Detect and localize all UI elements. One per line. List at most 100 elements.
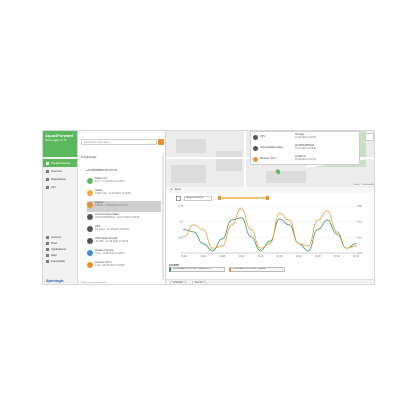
series-point-1: [259, 247, 262, 250]
nav-item-1[interactable]: Informes: [43, 167, 77, 175]
map-road: [244, 131, 246, 187]
series-point-0: [269, 240, 271, 243]
sensor-item[interactable]: Battery Life 81 % - 11-06-2024 12:28:50: [87, 177, 161, 188]
sensor-item[interactable]: Capteur 0.80 kN - 11-08-2024 12:27:30: [87, 201, 161, 212]
nav-bottom-item-4[interactable]: Français(ü): [43, 258, 78, 264]
sensor-item[interactable]: Pressure / RT-1 1 bar - 09-08-2023 11:28:…: [87, 261, 161, 272]
popup-value: ACCESSAPP0012: [295, 145, 315, 147]
nav-bottom-label: Applications: [51, 247, 67, 251]
sensor-item[interactable]: Communication Status ACCESSAPP0012 - 10-0…: [87, 213, 161, 224]
calendar-icon[interactable]: [176, 196, 181, 201]
map-block: [216, 151, 242, 171]
series-point-1: [345, 247, 348, 250]
x-tick-label: 11:20: [277, 256, 283, 258]
zoom-icon[interactable]: ⊕: [170, 188, 172, 191]
sensor-item[interactable]: GPS Cd Neigs - 11-08-2024 12:28:50: [87, 225, 161, 236]
slider-handle-end[interactable]: [266, 196, 269, 200]
series-point-1: [307, 245, 310, 247]
nav-item-label: Informes: [51, 169, 62, 173]
series-point-1: [192, 223, 195, 226]
popup-row: Communication Status ACCESSAPP0012 10-07-2…: [253, 145, 359, 155]
eye-icon: [46, 161, 49, 165]
legend-chip[interactable]: DVDF0MBK2-PLUTO-04 - Capteur: [229, 267, 285, 272]
sensor-item[interactable]: GSM Signal Strength -82 dBm - 11-08-2024 …: [87, 237, 161, 248]
nav-bottom-label: Help: [51, 253, 57, 257]
series-point-1: [221, 245, 224, 247]
popup-sensor-icon: [253, 135, 258, 140]
series-point-0: [307, 249, 310, 252]
layers-icon[interactable]: [365, 133, 374, 141]
sensor-item[interactable]: Relative Humidity 79 % - 11-08-2024 12:28…: [87, 249, 161, 260]
x-tick-label: 11:36: [353, 256, 359, 258]
x-tick-label: 11:00: [181, 256, 187, 258]
series-point-1: [211, 247, 214, 250]
popup-row: Pressure / RT-1 10.000 psi 09-08-2023 11:2…: [253, 156, 359, 166]
y-right-tick-label: 4.51: [357, 236, 362, 239]
sensor-value: -82 dBm - 11-08-2024 12:28:50: [95, 240, 129, 243]
popup-name: GPS: [260, 136, 265, 138]
series-point-1: [183, 235, 185, 238]
x-tick-label: 11:04: [200, 256, 206, 258]
nav-item-3[interactable]: API: [43, 183, 77, 191]
search-icon[interactable]: [158, 139, 164, 145]
series-point-0: [240, 216, 243, 219]
tree-scrollbar[interactable]: [162, 155, 164, 280]
line-chart[interactable]: 0 4.49 0.25 4.51 0.5 4.53 0.75 4.55 11:00 11:04 11…: [170, 203, 372, 261]
series-point-1: [249, 228, 252, 231]
slider-handle-start[interactable]: [218, 196, 221, 200]
api-icon: [46, 185, 49, 189]
tree-footer: © Reliure nel rechargement: [80, 282, 107, 284]
series-point-0: [288, 223, 291, 226]
legend-chip[interactable]: DVDF0MBK2-PLUTO-04 - Pression RT-1: [169, 267, 225, 272]
series-point-0: [211, 249, 214, 252]
series-point-1: [355, 245, 357, 247]
report-icon: [46, 169, 49, 173]
range-select[interactable]: Range de Partout: [184, 196, 212, 201]
map-view[interactable]: GPS Cd Neigs 11-08-2024 12:28:50 Communicat…: [166, 131, 374, 187]
sensor-value: Cd Neigs - 11-08-2024 12:28:50: [95, 228, 129, 231]
device-icon: [46, 177, 49, 181]
map-block: [171, 165, 206, 183]
x-tick-label: 11:28: [315, 256, 321, 258]
sensor-item[interactable]: Shelter 0.836 mAh - 11-06-2024 12:28:50: [87, 189, 161, 200]
series-point-1: [297, 242, 300, 245]
sensor-value: 0.836 mAh - 11-06-2024 12:28:50: [95, 192, 131, 195]
bottom-tab-1[interactable]: données: [192, 281, 207, 284]
tree-root[interactable]: ▾ Hydrologic: [81, 155, 96, 159]
popup-time: 11-08-2024 12:28:50: [295, 137, 317, 139]
tree-device[interactable]: ● DVDF0MBK2-PLUTO-04: [86, 169, 117, 172]
x-tick-label: 11:32: [334, 256, 340, 258]
device-tree: Rechercher filtre dans... ▾ Hydrologic ●…: [78, 131, 166, 284]
y-left-tick-label: 0.25: [178, 236, 183, 239]
series-point-0: [355, 242, 357, 245]
popup-sensor-icon: [253, 157, 258, 162]
pixel-icon: [46, 241, 49, 245]
series-point-1: [240, 207, 243, 210]
series-point-0: [278, 218, 281, 221]
popup-value: Cd Neigs: [295, 134, 305, 136]
series-point-0: [335, 233, 338, 236]
bottom-tabs: graphique données: [166, 279, 374, 284]
series-point-0: [249, 235, 252, 238]
map-popup: GPS Cd Neigs 11-08-2024 12:28:50 Communicat…: [250, 131, 360, 165]
popup-row: GPS Cd Neigs 11-08-2024 12:28:50: [253, 134, 359, 144]
series-point-0: [230, 219, 233, 221]
chart-panel: Range de Partout 0 4.49 0.25 4.51 0.5 4.53 0.7…: [166, 193, 374, 284]
tree-device-label: DVDF0MBK2-PLUTO-04: [88, 169, 118, 172]
sensor-icon: [87, 262, 93, 268]
x-tick-label: 11:24: [296, 256, 302, 258]
x-tick-label: 11:08: [219, 256, 225, 258]
nav-item-2[interactable]: Dispositivos: [43, 175, 77, 183]
nav-item-0[interactable]: Visualizzazione: [43, 159, 77, 167]
map-block: [266, 171, 306, 183]
y-left-tick-label: 0.75: [178, 205, 183, 208]
series-point-0: [326, 219, 329, 221]
nav-bottom-label: Pixel: [51, 241, 58, 245]
search-input[interactable]: Rechercher filtre dans...: [81, 139, 157, 145]
sensor-value: ACCESSAPP0012 - 10-07-2024 12:28:50: [95, 216, 140, 219]
bottom-tab-0[interactable]: graphique: [170, 281, 186, 284]
app-window: Aqua4Forward Data Logger v1.70 Visualizz…: [42, 130, 375, 285]
time-slider[interactable]: [218, 197, 268, 199]
popup-sensor-icon: [253, 146, 258, 151]
sensor-icon: [87, 178, 93, 184]
